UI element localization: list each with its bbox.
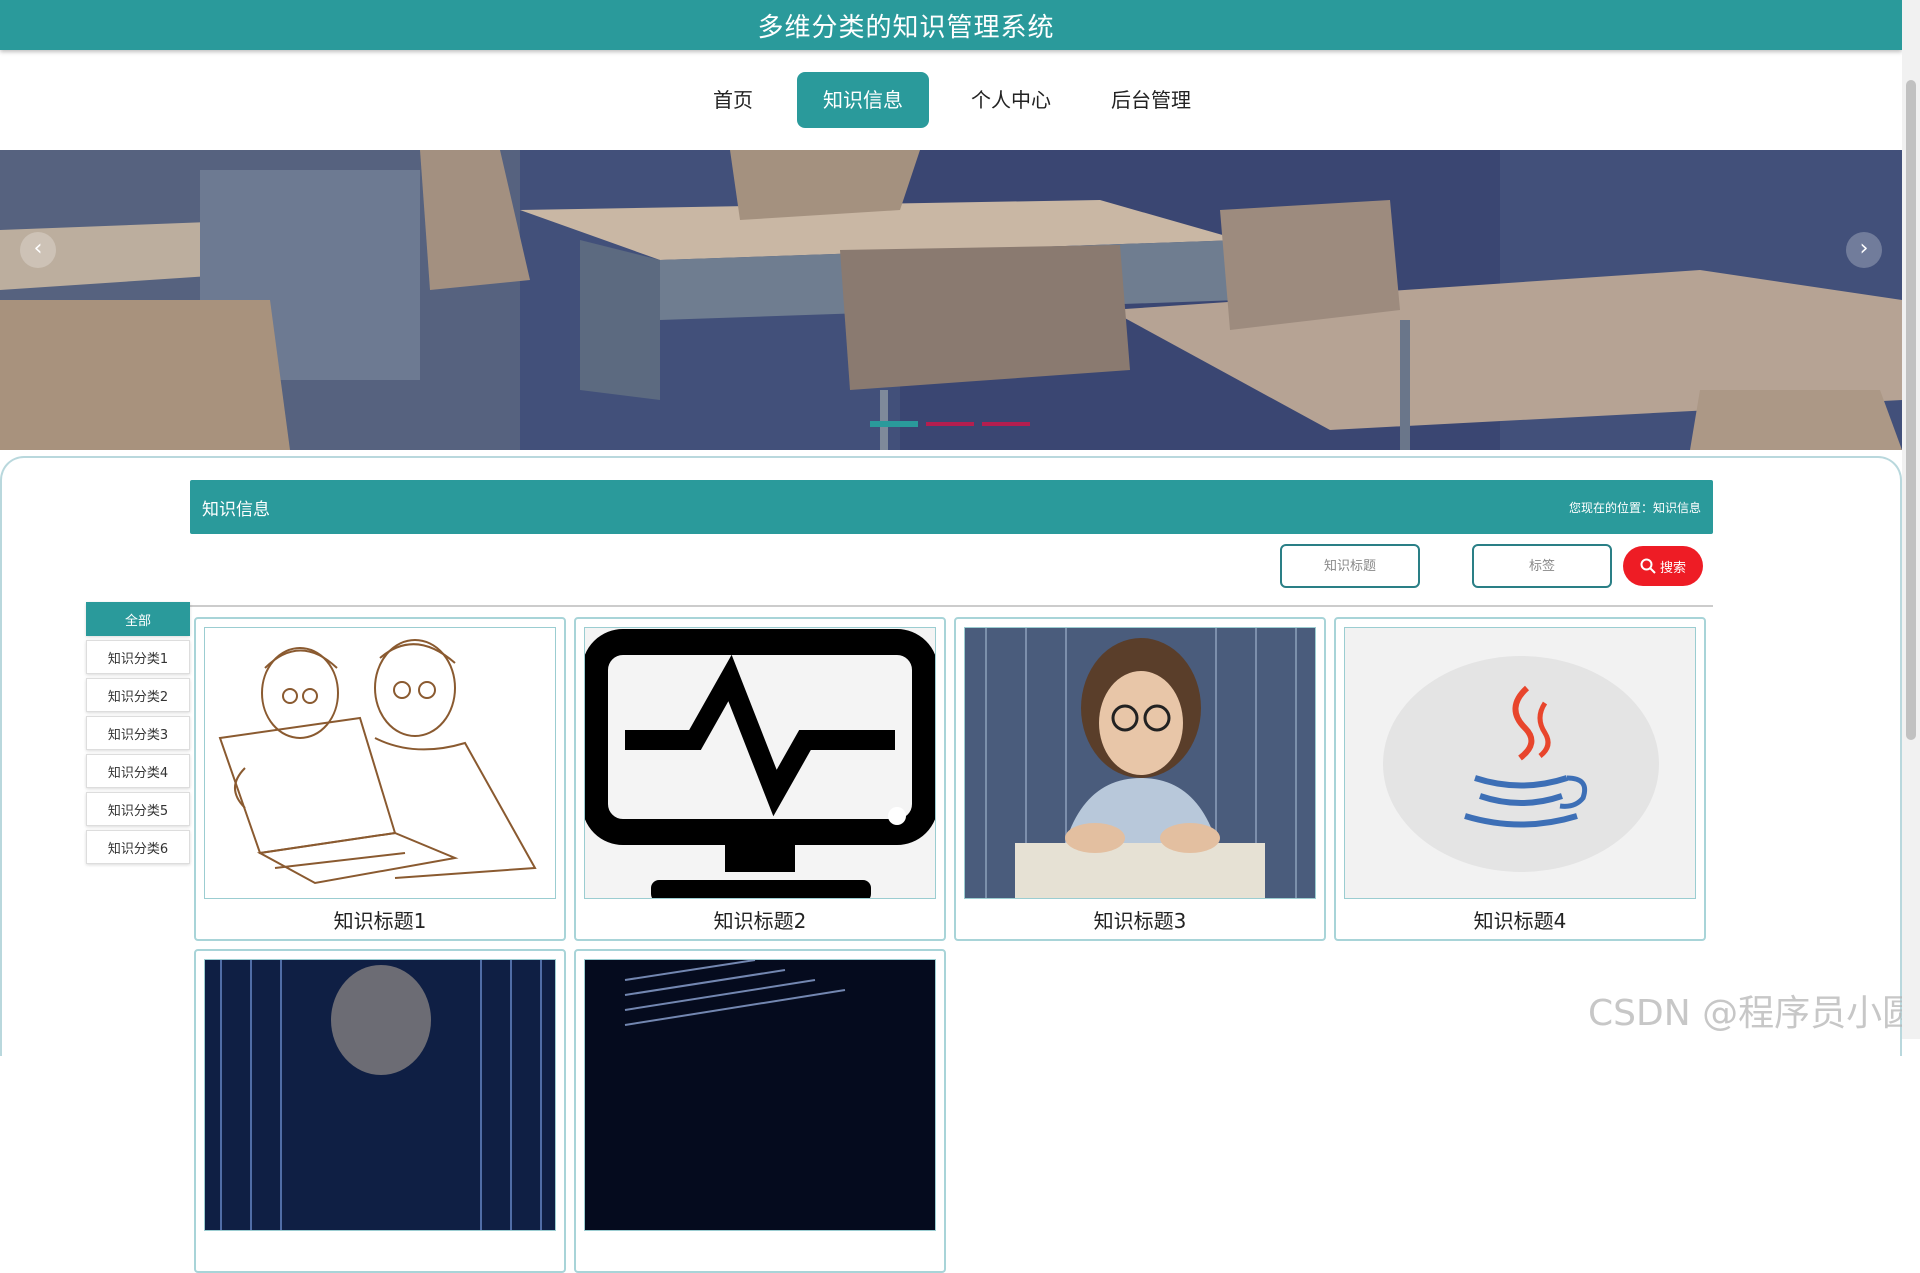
watermark: CSDN @程序员小圆 (1588, 993, 1919, 1034)
category-list: 全部 知识分类1 知识分类2 知识分类3 知识分类4 知识分类5 知识分类6 (86, 602, 190, 868)
banner-indicator-2[interactable] (926, 422, 974, 426)
title-search-input[interactable] (1280, 544, 1420, 588)
search-icon (1640, 558, 1656, 574)
nav-item-knowledge[interactable]: 知识信息 (797, 72, 929, 128)
banner-indicator-3[interactable] (982, 422, 1030, 426)
card-image-code[interactable] (584, 959, 936, 1231)
card-image-monitor[interactable] (584, 627, 936, 899)
breadcrumb: 您现在的位置：知识信息 (1569, 499, 1701, 516)
hooded-hacker-photo (205, 960, 555, 1230)
banner-indicator-1[interactable] (870, 421, 918, 427)
category-item-3[interactable]: 知识分类3 (86, 716, 190, 750)
banner-prev-arrow[interactable]: ‹ (20, 232, 56, 268)
card-image-java[interactable] (1344, 627, 1696, 899)
main-nav: 首页 知识信息 个人中心 后台管理 (0, 72, 1902, 128)
category-item-all[interactable]: 全部 (86, 602, 190, 636)
knowledge-card[interactable] (194, 949, 566, 1273)
nav-item-home[interactable]: 首页 (693, 72, 773, 128)
boy-keyboard-photo (965, 628, 1315, 898)
category-item-6[interactable]: 知识分类6 (86, 830, 190, 864)
banner-indicators (870, 421, 1030, 427)
card-image-sketch[interactable] (204, 627, 556, 899)
card-title[interactable]: 知识标题3 (956, 905, 1324, 934)
card-title[interactable]: 知识标题1 (196, 905, 564, 934)
java-logo (1383, 656, 1659, 872)
scrollbar-thumb[interactable] (1906, 80, 1916, 740)
banner-next-arrow[interactable]: › (1846, 232, 1882, 268)
knowledge-card[interactable]: 知识标题2 (574, 617, 946, 941)
knowledge-card[interactable]: 知识标题4 (1334, 617, 1706, 941)
sketch-people-laptop-image (218, 639, 537, 885)
search-bar: 搜索 (1280, 544, 1703, 588)
code-screen-photo (585, 960, 935, 1230)
page-scrollbar[interactable] (1902, 0, 1920, 1039)
monitor-pulse-icon (585, 629, 935, 898)
category-item-1[interactable]: 知识分类1 (86, 640, 190, 674)
category-item-2[interactable]: 知识分类2 (86, 678, 190, 712)
banner-carousel: ‹ › (0, 150, 1902, 450)
nav-item-personal[interactable]: 个人中心 (953, 72, 1069, 128)
knowledge-card[interactable]: 知识标题3 (954, 617, 1326, 941)
card-title[interactable]: 知识标题4 (1336, 905, 1704, 934)
search-button-label: 搜索 (1659, 560, 1686, 576)
card-title[interactable]: 知识标题2 (576, 905, 944, 934)
category-item-5[interactable]: 知识分类5 (86, 792, 190, 826)
knowledge-card[interactable]: 知识标题1 (194, 617, 566, 941)
card-image-boy-keyboard[interactable] (964, 627, 1316, 899)
section-title: 知识信息 (202, 499, 270, 520)
tag-search-input[interactable] (1472, 544, 1612, 588)
search-button[interactable]: 搜索 (1623, 546, 1703, 586)
header-bar: 多维分类的知识管理系统 (0, 0, 1902, 50)
site-title: 多维分类的知识管理系统 (757, 12, 1055, 43)
classroom-desks-illustration (0, 150, 1902, 450)
card-image-hacker[interactable] (204, 959, 556, 1231)
category-item-4[interactable]: 知识分类4 (86, 754, 190, 788)
breadcrumb-current[interactable]: 知识信息 (1653, 501, 1701, 515)
breadcrumb-prefix: 您现在的位置： (1568, 500, 1653, 515)
search-divider (190, 605, 1713, 607)
nav-item-admin[interactable]: 后台管理 (1093, 72, 1209, 128)
knowledge-card[interactable] (574, 949, 946, 1273)
section-header: 知识信息 您现在的位置：知识信息 (190, 480, 1713, 534)
